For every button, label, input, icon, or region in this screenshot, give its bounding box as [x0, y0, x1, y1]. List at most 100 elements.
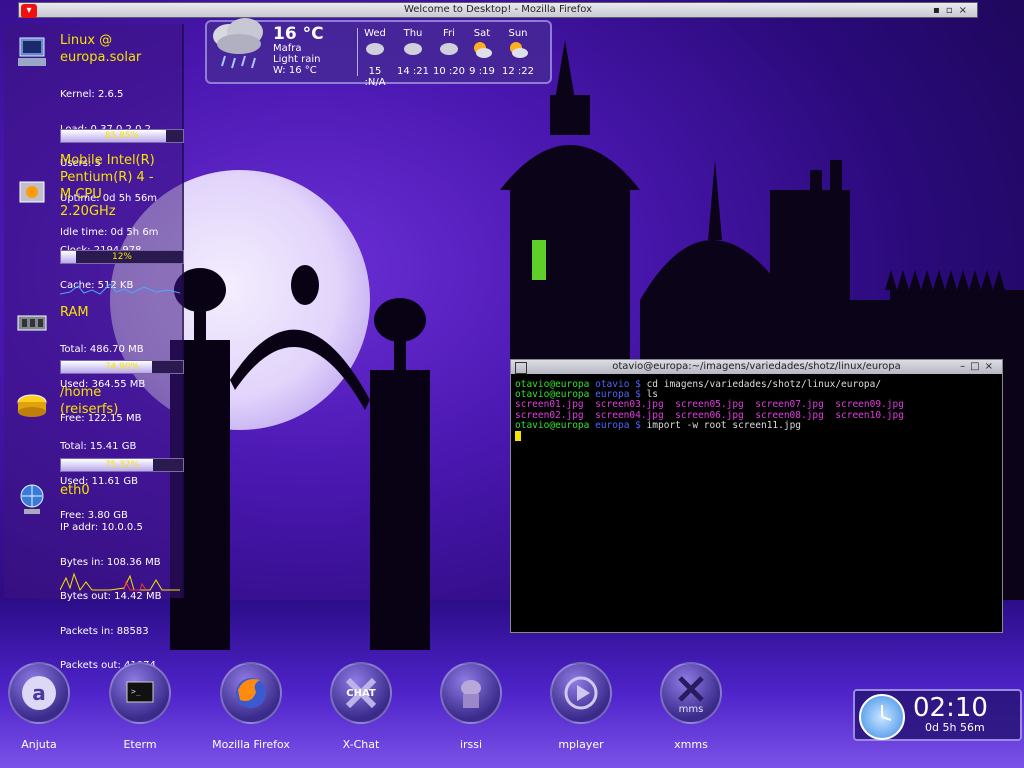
- ram-title: RAM: [60, 305, 89, 320]
- firefox-icon[interactable]: [220, 662, 282, 724]
- network-globe-icon: [20, 484, 44, 514]
- dock-label: xmms: [674, 738, 708, 751]
- weather-location: Mafra: [273, 43, 302, 54]
- clock-time: 02:10: [913, 693, 988, 723]
- xmms-icon[interactable]: mms: [660, 662, 722, 724]
- irssi-glyph: [461, 680, 481, 708]
- firefox-glyph: [236, 678, 266, 708]
- prompt-dir: europa $: [595, 419, 641, 431]
- dock-item-xmms[interactable]: mms xmms: [646, 662, 736, 751]
- system-title-1: Linux @: [60, 33, 113, 48]
- terminal-maximize-icon[interactable]: □: [970, 361, 984, 372]
- disk-total-text: Total: 15.41 GB: [60, 441, 137, 452]
- sun-cloud-icon: [474, 42, 492, 58]
- terminal-cursor: [515, 431, 521, 442]
- dock-item-anjuta[interactable]: a Anjuta: [0, 662, 84, 751]
- network-graph: [60, 572, 180, 592]
- system-bar: 85.85%: [60, 129, 184, 143]
- dock-item-irssi[interactable]: irssi: [426, 662, 516, 751]
- terminal-window-controls[interactable]: –□×: [960, 360, 998, 374]
- window-titlebar[interactable]: ▾ Welcome to Desktop! - Mozilla Firefox …: [18, 2, 978, 18]
- terminal-line: otavio@europa europa $ import -w root sc…: [515, 419, 998, 431]
- terminal-menu-icon[interactable]: [515, 362, 527, 374]
- svg-text:>_: >_: [131, 687, 141, 696]
- anjuta-icon[interactable]: a: [8, 662, 70, 724]
- disk-bar: 75.32%: [60, 458, 184, 472]
- terminal-window[interactable]: otavio@europa:~/imagens/variedades/shotz…: [510, 359, 1003, 633]
- weather-condition: Light rain: [273, 54, 321, 65]
- dock-item-eterm[interactable]: >_ Eterm: [95, 662, 185, 751]
- kernel-text: Kernel: 2.6.5: [60, 89, 124, 100]
- ram-bar: 74.90%: [60, 360, 184, 374]
- dock-item-xchat[interactable]: CHAT X-Chat: [316, 662, 406, 751]
- command-text: import -w root screen11.jpg: [640, 419, 802, 431]
- disk-bar-label: 75.32%: [104, 460, 140, 470]
- maximize-icon[interactable]: ▫: [946, 5, 959, 16]
- clock-face-icon: [859, 694, 905, 740]
- cloud-icon: [404, 43, 422, 55]
- weather-wind: W: 16 °C: [273, 65, 317, 76]
- window-controls[interactable]: ▪▫×: [933, 4, 973, 18]
- terminal-minimize-icon[interactable]: –: [960, 361, 970, 372]
- eterm-glyph: >_: [126, 681, 154, 703]
- gate-silhouette: [170, 265, 430, 650]
- terminal-title: otavio@europa:~/imagens/variedades/shotz…: [612, 361, 901, 372]
- dock-label: irssi: [459, 738, 483, 751]
- command-text: cd imagens/variedades/shotz/linux/europa…: [640, 379, 882, 390]
- close-icon[interactable]: ×: [959, 5, 973, 16]
- cloud-icon: [440, 43, 458, 55]
- dock-label: Eterm: [123, 738, 157, 751]
- forecast-day: Sat: [473, 28, 491, 39]
- cpu-details: Clock: 2194.978 Cache: 512 KB: [60, 222, 141, 314]
- forecast-day: Sun: [508, 28, 528, 39]
- mplayer-glyph: [564, 676, 598, 710]
- terminal-output[interactable]: otavio@europa otavio $ cd imagens/varied…: [511, 374, 1002, 447]
- disk-title-2: (reiserfs): [60, 402, 119, 417]
- svg-text:a: a: [32, 681, 46, 705]
- forecast-temps: 9 :19: [469, 66, 495, 77]
- ram-bar-label: 74.90%: [104, 362, 140, 372]
- forecast-day: Thu: [403, 28, 423, 39]
- prompt-user: otavio@europa: [515, 419, 590, 431]
- firefox-menu-icon[interactable]: ▾: [21, 4, 37, 18]
- hard-disk-icon: [17, 394, 47, 417]
- anjuta-glyph: a: [22, 676, 56, 710]
- mplayer-icon[interactable]: [550, 662, 612, 724]
- packets-in-text: Packets in: 88583: [60, 625, 149, 637]
- dock-item-firefox[interactable]: Mozilla Firefox: [206, 662, 296, 751]
- memory-icon: [17, 315, 47, 331]
- forecast-temps: 14 :21: [397, 66, 429, 77]
- disk-title-1: /home: [60, 385, 102, 400]
- weather-widget[interactable]: 16 °C Mafra Light rain W: 16 °C Wed Thu …: [205, 18, 552, 88]
- terminal-close-icon[interactable]: ×: [985, 361, 998, 372]
- cloud-icon: [366, 43, 384, 55]
- system-title-2: europa.solar: [60, 50, 142, 65]
- network-title: eth0: [60, 483, 90, 498]
- terminal-titlebar[interactable]: otavio@europa:~/imagens/variedades/shotz…: [511, 360, 1002, 374]
- clock-widget[interactable]: 02:10 0d 5h 56m: [853, 689, 1022, 741]
- cpu-title-2: Pentium(R) 4 -: [60, 170, 154, 185]
- forecast-temps: 15 :N/A: [364, 66, 386, 88]
- xchat-badge: CHAT: [346, 688, 376, 699]
- xmms-glyph: mms: [678, 676, 704, 715]
- cpu-title-1: Mobile Intel(R): [60, 153, 155, 168]
- system-bar-label: 85.85%: [104, 131, 140, 141]
- system-monitor-panel: Linux @ europa.solar Kernel: 2.6.5 Load:…: [4, 24, 184, 671]
- minimize-icon[interactable]: ▪: [933, 5, 946, 16]
- clock-uptime: 0d 5h 56m: [925, 721, 985, 734]
- dock-label: Anjuta: [21, 738, 57, 751]
- xchat-glyph: CHAT: [345, 677, 377, 709]
- eterm-icon[interactable]: >_: [109, 662, 171, 724]
- ram-total-text: Total: 486.70 MB: [60, 344, 144, 355]
- forecast-day: Fri: [443, 28, 455, 39]
- cpu-bar-label: 12%: [111, 252, 132, 262]
- forecast-temps: 10 :20: [433, 66, 465, 77]
- sun-cloud-icon: [510, 42, 528, 58]
- cpu-chip-icon: [19, 181, 45, 203]
- forecast-day: Wed: [364, 28, 386, 39]
- dock-label: X-Chat: [342, 738, 380, 751]
- forecast-temps: 12 :22: [502, 66, 534, 77]
- irssi-icon[interactable]: [440, 662, 502, 724]
- xchat-icon[interactable]: CHAT: [330, 662, 392, 724]
- dock-item-mplayer[interactable]: mplayer: [536, 662, 626, 751]
